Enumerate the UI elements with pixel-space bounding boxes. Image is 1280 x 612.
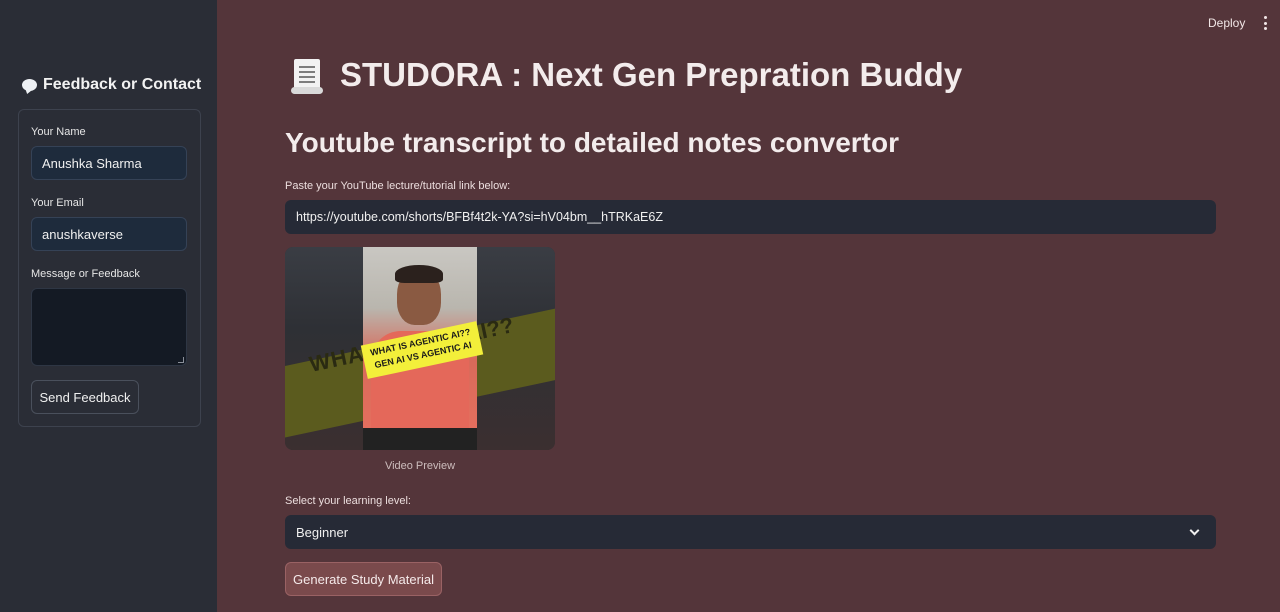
video-preview[interactable]: WHAT AI?? WHAT IS AGENTIC AI?? GEN AI VS… bbox=[285, 247, 555, 450]
sidebar-title: Feedback or Contact bbox=[22, 76, 201, 94]
email-label: Your Email bbox=[31, 197, 84, 209]
sidebar-title-text: Feedback or Contact bbox=[43, 76, 202, 93]
name-input[interactable]: Anushka Sharma bbox=[31, 146, 187, 180]
send-feedback-button[interactable]: Send Feedback bbox=[31, 380, 139, 414]
youtube-link-input[interactable]: https://youtube.com/shorts/BFBf4t2k-YA?s… bbox=[285, 200, 1216, 234]
video-caption: Video Preview bbox=[384, 460, 456, 472]
page-title-text: STUDORA : Next Gen Prepration Buddy bbox=[340, 56, 963, 93]
sidebar: Feedback or Contact Your Name Anushka Sh… bbox=[0, 0, 217, 612]
page-subtitle: Youtube transcript to detailed notes con… bbox=[285, 127, 900, 158]
learning-level-select[interactable]: Beginner bbox=[285, 515, 1216, 549]
page-title: STUDORA : Next Gen Prepration Buddy bbox=[290, 56, 962, 94]
message-label: Message or Feedback bbox=[31, 268, 140, 280]
email-input[interactable]: anushkaverse bbox=[31, 217, 187, 251]
kebab-menu-icon[interactable] bbox=[1262, 16, 1268, 30]
scroll-icon bbox=[290, 56, 324, 94]
deploy-button[interactable]: Deploy bbox=[1208, 16, 1245, 30]
speech-bubble-icon bbox=[22, 79, 37, 91]
generate-study-material-button[interactable]: Generate Study Material bbox=[285, 562, 442, 596]
video-frame: WHAT IS AGENTIC AI?? GEN AI VS AGENTIC A… bbox=[360, 247, 484, 450]
link-label: Paste your YouTube lecture/tutorial link… bbox=[285, 180, 511, 192]
resize-handle-icon[interactable] bbox=[178, 357, 184, 363]
level-label: Select your learning level: bbox=[285, 495, 411, 507]
message-textarea[interactable] bbox=[31, 288, 187, 366]
chevron-down-icon[interactable] bbox=[1189, 525, 1200, 536]
name-label: Your Name bbox=[31, 126, 86, 138]
learning-level-value: Beginner bbox=[296, 524, 349, 540]
